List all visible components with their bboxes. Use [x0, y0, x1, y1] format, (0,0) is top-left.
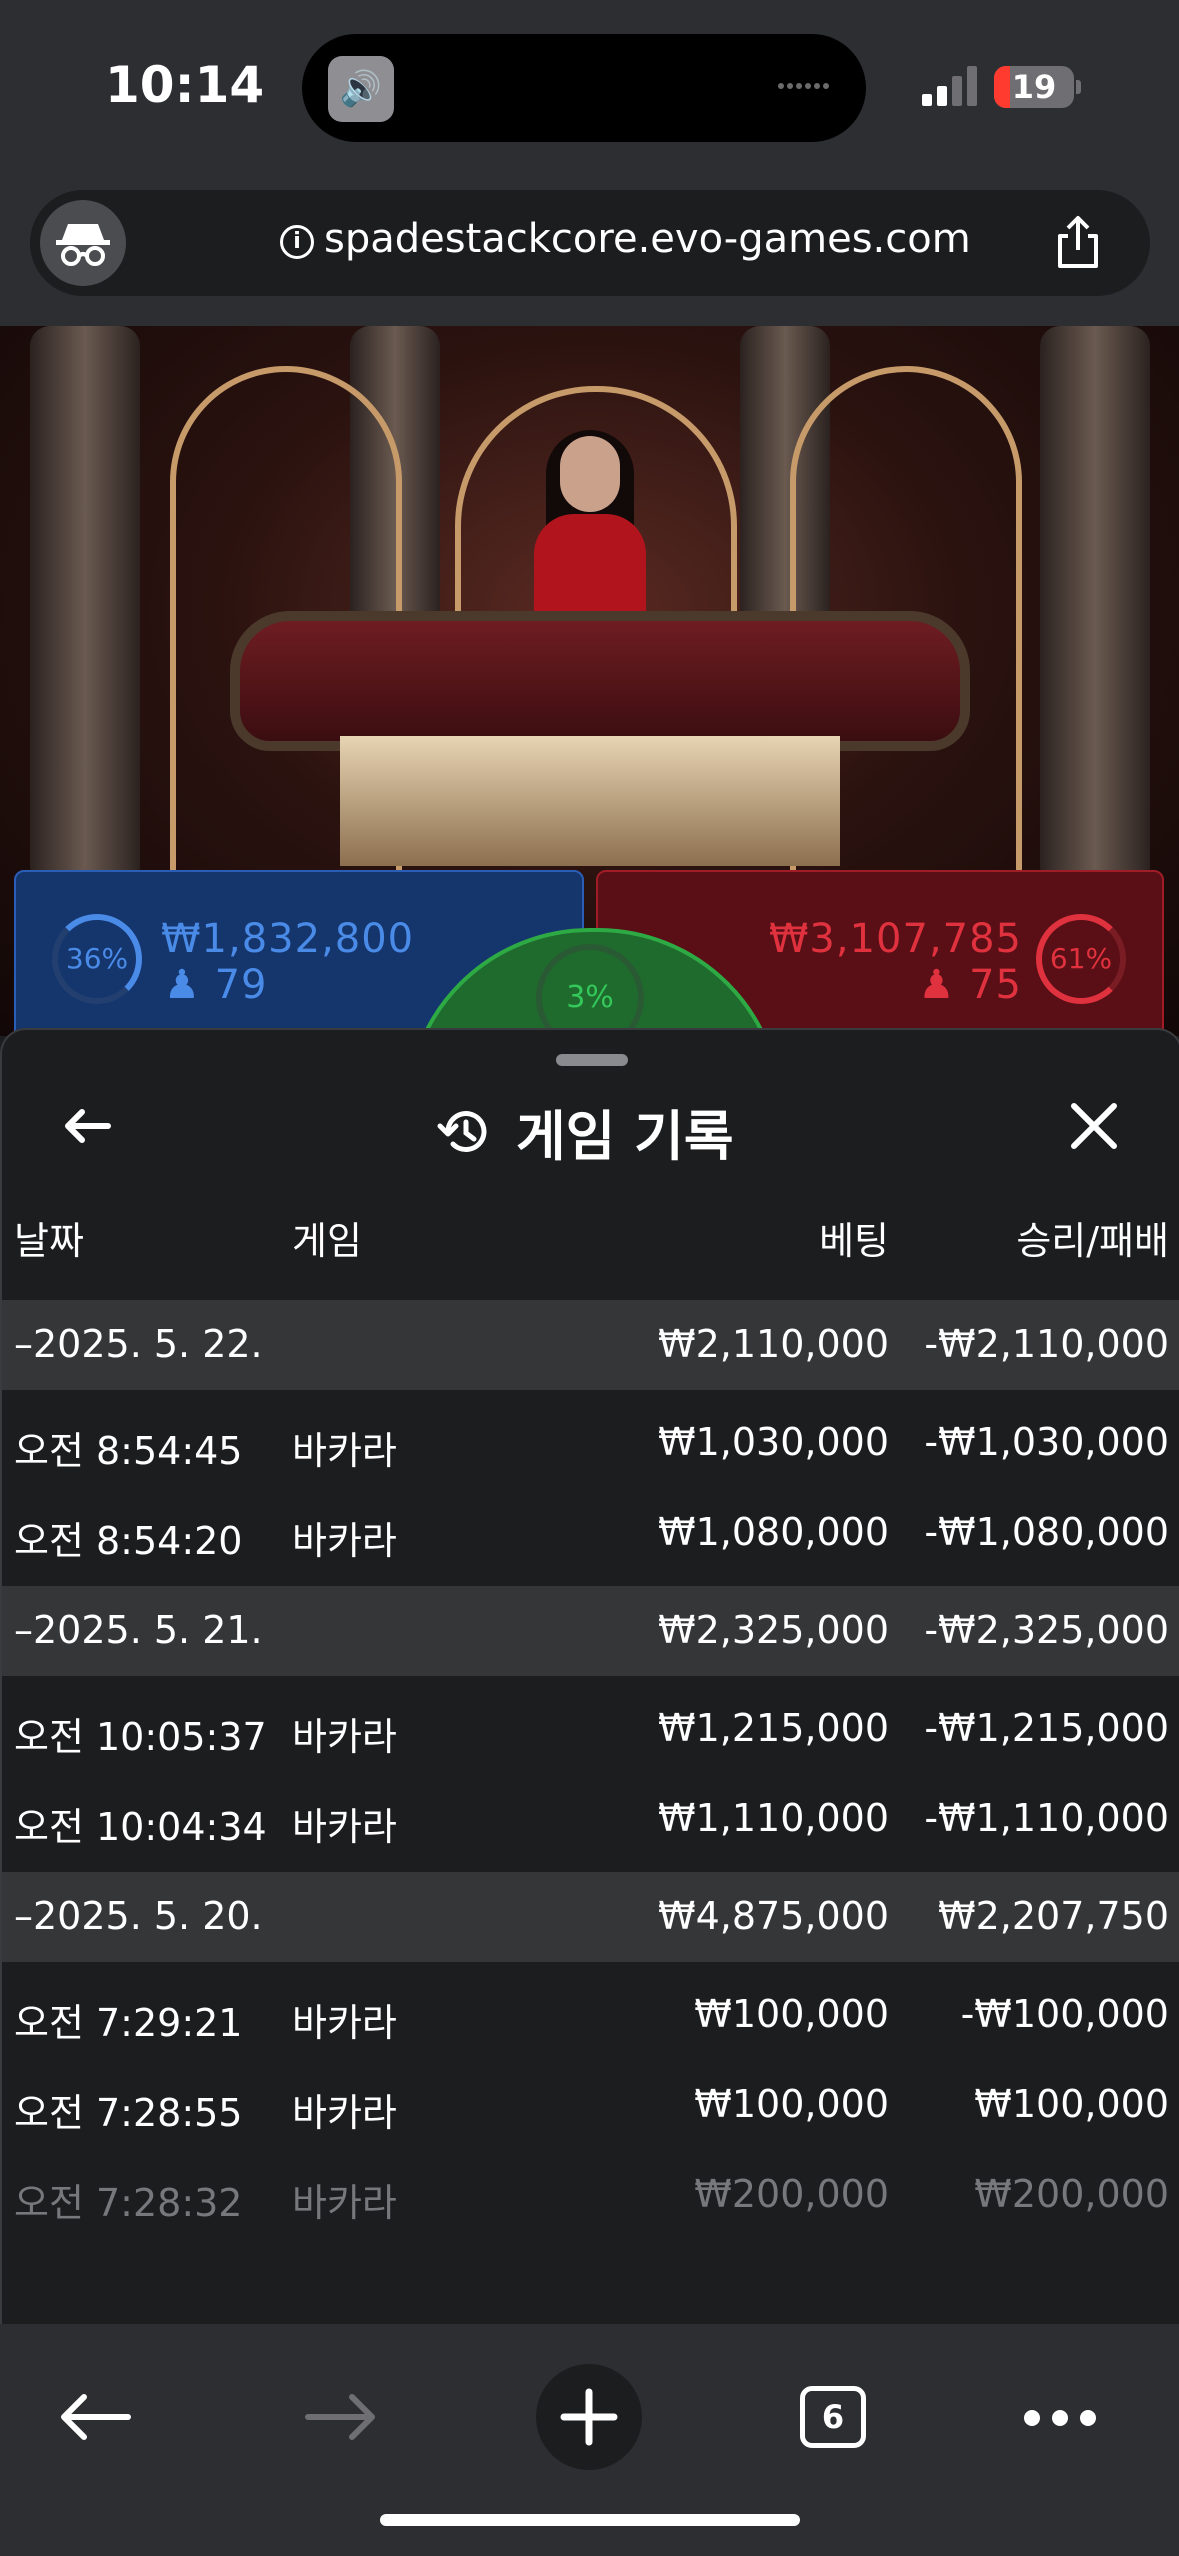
table-row[interactable]: 오전 10:04:34 바카라 ₩1,110,000 -₩1,110,000: [2, 1774, 1179, 1864]
speaker-icon: 🔊: [328, 56, 394, 122]
banker-percent: 61%: [1036, 914, 1126, 1004]
game-history-sheet: 게임 기록 날짜 게임 베팅 승리/패배 –2025. 5. 22. ₩2,11…: [0, 1028, 1179, 2326]
col-bet: 베팅: [819, 1219, 889, 1263]
player-percent: 36%: [52, 914, 142, 1004]
dealer: [528, 430, 652, 636]
table-row[interactable]: 오전 10:05:37 바카라 ₩1,215,000 -₩1,215,000: [2, 1684, 1179, 1774]
banker-amount: ₩3,107,785: [768, 916, 1022, 962]
table-row[interactable]: 오전 7:28:55 바카라 ₩100,000 ₩100,000: [2, 2060, 1179, 2150]
date-group-row[interactable]: –2025. 5. 20. ₩4,875,000 ₩2,207,750: [2, 1872, 1179, 1962]
player-amount: ₩1,832,800: [161, 916, 415, 962]
table-row[interactable]: 오전 8:54:20 바카라 ₩1,080,000 -₩1,080,000: [2, 1488, 1179, 1578]
back-icon[interactable]: [50, 2372, 140, 2462]
dynamic-island: 🔊: [302, 34, 866, 142]
sheet-handle[interactable]: [556, 1054, 628, 1066]
person-icon: ♟: [918, 962, 956, 1008]
forward-icon[interactable]: [296, 2372, 386, 2462]
baccarat-table: [230, 611, 970, 751]
tabs-button[interactable]: 6: [800, 2386, 866, 2448]
history-icon: [437, 1110, 487, 1152]
info-icon[interactable]: i: [280, 225, 314, 259]
person-icon: ♟: [164, 962, 201, 1008]
signal-icon: [922, 62, 982, 106]
table-row[interactable]: 오전 7:29:21 바카라 ₩100,000 -₩100,000: [2, 1970, 1179, 2060]
col-game: 게임: [292, 1219, 362, 1263]
incognito-icon[interactable]: [40, 200, 126, 286]
address-bar[interactable]: i spadestackcore.evo-games.com: [30, 190, 1150, 296]
share-icon[interactable]: [1048, 212, 1108, 272]
close-icon[interactable]: [1064, 1096, 1124, 1156]
history-table: –2025. 5. 22. ₩2,110,000 -₩2,110,000 오전 …: [2, 1300, 1179, 2240]
battery-level: 19: [1011, 68, 1057, 106]
arrow-left-icon[interactable]: [58, 1096, 118, 1156]
plus-icon[interactable]: [536, 2364, 642, 2470]
table-row[interactable]: 오전 7:28:32 바카라 ₩200,000 ₩200,000: [2, 2150, 1179, 2240]
home-indicator[interactable]: [380, 2514, 800, 2526]
table-row[interactable]: 오전 8:54:45 바카라 ₩1,030,000 -₩1,030,000: [2, 1398, 1179, 1488]
status-bar: 10:14 🔊 19: [0, 0, 1179, 180]
more-icon[interactable]: [1024, 2410, 1108, 2430]
player-count: ♟ 79: [164, 962, 268, 1008]
col-date: 날짜: [14, 1219, 84, 1263]
date-group-row[interactable]: –2025. 5. 21. ₩2,325,000 -₩2,325,000: [2, 1586, 1179, 1676]
sheet-title: 게임 기록: [434, 1092, 734, 1168]
col-win-loss: 승리/패배: [1016, 1219, 1169, 1263]
url-text[interactable]: i spadestackcore.evo-games.com: [280, 216, 971, 262]
date-group-row[interactable]: –2025. 5. 22. ₩2,110,000 -₩2,110,000: [2, 1300, 1179, 1390]
battery-icon: 19: [994, 66, 1074, 108]
dots-icon: [778, 74, 838, 89]
table-header: 날짜 게임 베팅 승리/패배: [2, 1210, 1179, 1270]
status-time: 10:14: [105, 56, 265, 114]
banker-count: ♟ 75: [918, 962, 1022, 1008]
